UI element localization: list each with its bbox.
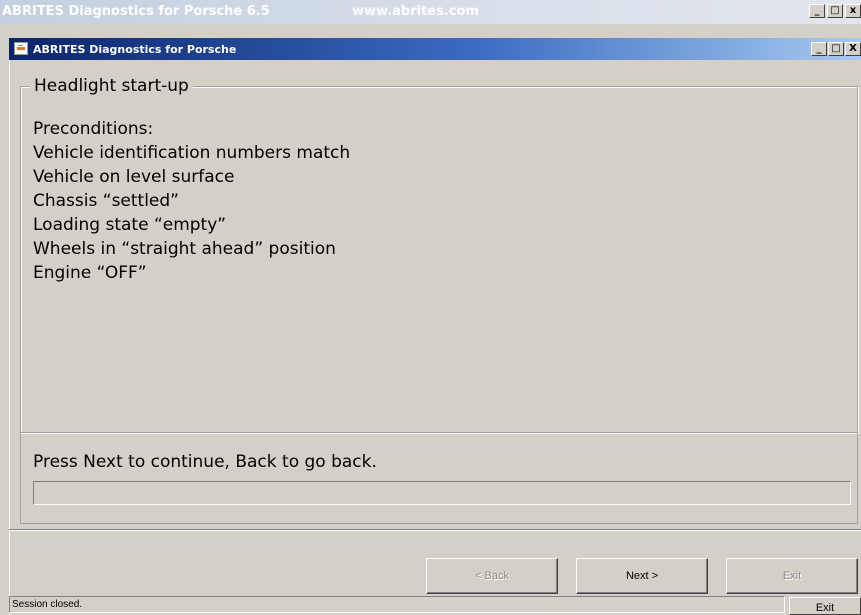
outer-window-controls: _ □ x bbox=[809, 4, 861, 18]
back-button[interactable]: < Back bbox=[426, 558, 558, 594]
precondition-line: Wheels in “straight ahead” position bbox=[33, 239, 336, 259]
group-title: Headlight start-up bbox=[30, 76, 193, 96]
precondition-line: Vehicle identification numbers match bbox=[33, 143, 351, 163]
outer-titlebar: ABRITES Diagnostics for Porsche 6.5 www.… bbox=[0, 0, 861, 24]
message-panel bbox=[20, 432, 858, 524]
precondition-line: Preconditions: bbox=[33, 119, 154, 139]
exit-button[interactable]: Exit bbox=[726, 558, 858, 594]
abrites-app-icon bbox=[14, 42, 28, 55]
inner-window-title: ABRITES Diagnostics for Porsche bbox=[33, 43, 237, 56]
inner-titlebar: ABRITES Diagnostics for Porsche _ □ X bbox=[9, 38, 861, 60]
outer-close-button[interactable]: x bbox=[845, 4, 861, 18]
outer-maximize-button[interactable]: □ bbox=[827, 4, 843, 18]
status-exit-button[interactable]: Exit bbox=[789, 597, 861, 615]
precondition-line: Vehicle on level surface bbox=[33, 167, 235, 187]
inner-window-controls: _ □ X bbox=[811, 42, 861, 56]
separator bbox=[9, 529, 861, 531]
status-bar: Session closed. bbox=[9, 596, 785, 613]
inner-minimize-button[interactable]: _ bbox=[811, 42, 827, 56]
inner-maximize-button[interactable]: □ bbox=[828, 42, 844, 56]
preconditions-list: Preconditions: Vehicle identification nu… bbox=[33, 117, 350, 285]
instruction-message: Press Next to continue, Back to go back. bbox=[33, 452, 377, 472]
precondition-line: Engine “OFF” bbox=[33, 263, 147, 283]
precondition-line: Loading state “empty” bbox=[33, 215, 227, 235]
progress-bar bbox=[33, 481, 851, 505]
outer-window-title: ABRITES Diagnostics for Porsche 6.5 bbox=[2, 4, 270, 19]
outer-window-url: www.abrites.com bbox=[352, 4, 479, 19]
outer-minimize-button[interactable]: _ bbox=[809, 4, 825, 18]
next-button[interactable]: Next > bbox=[576, 558, 708, 594]
precondition-line: Chassis “settled” bbox=[33, 191, 179, 211]
inner-close-button[interactable]: X bbox=[845, 42, 861, 56]
